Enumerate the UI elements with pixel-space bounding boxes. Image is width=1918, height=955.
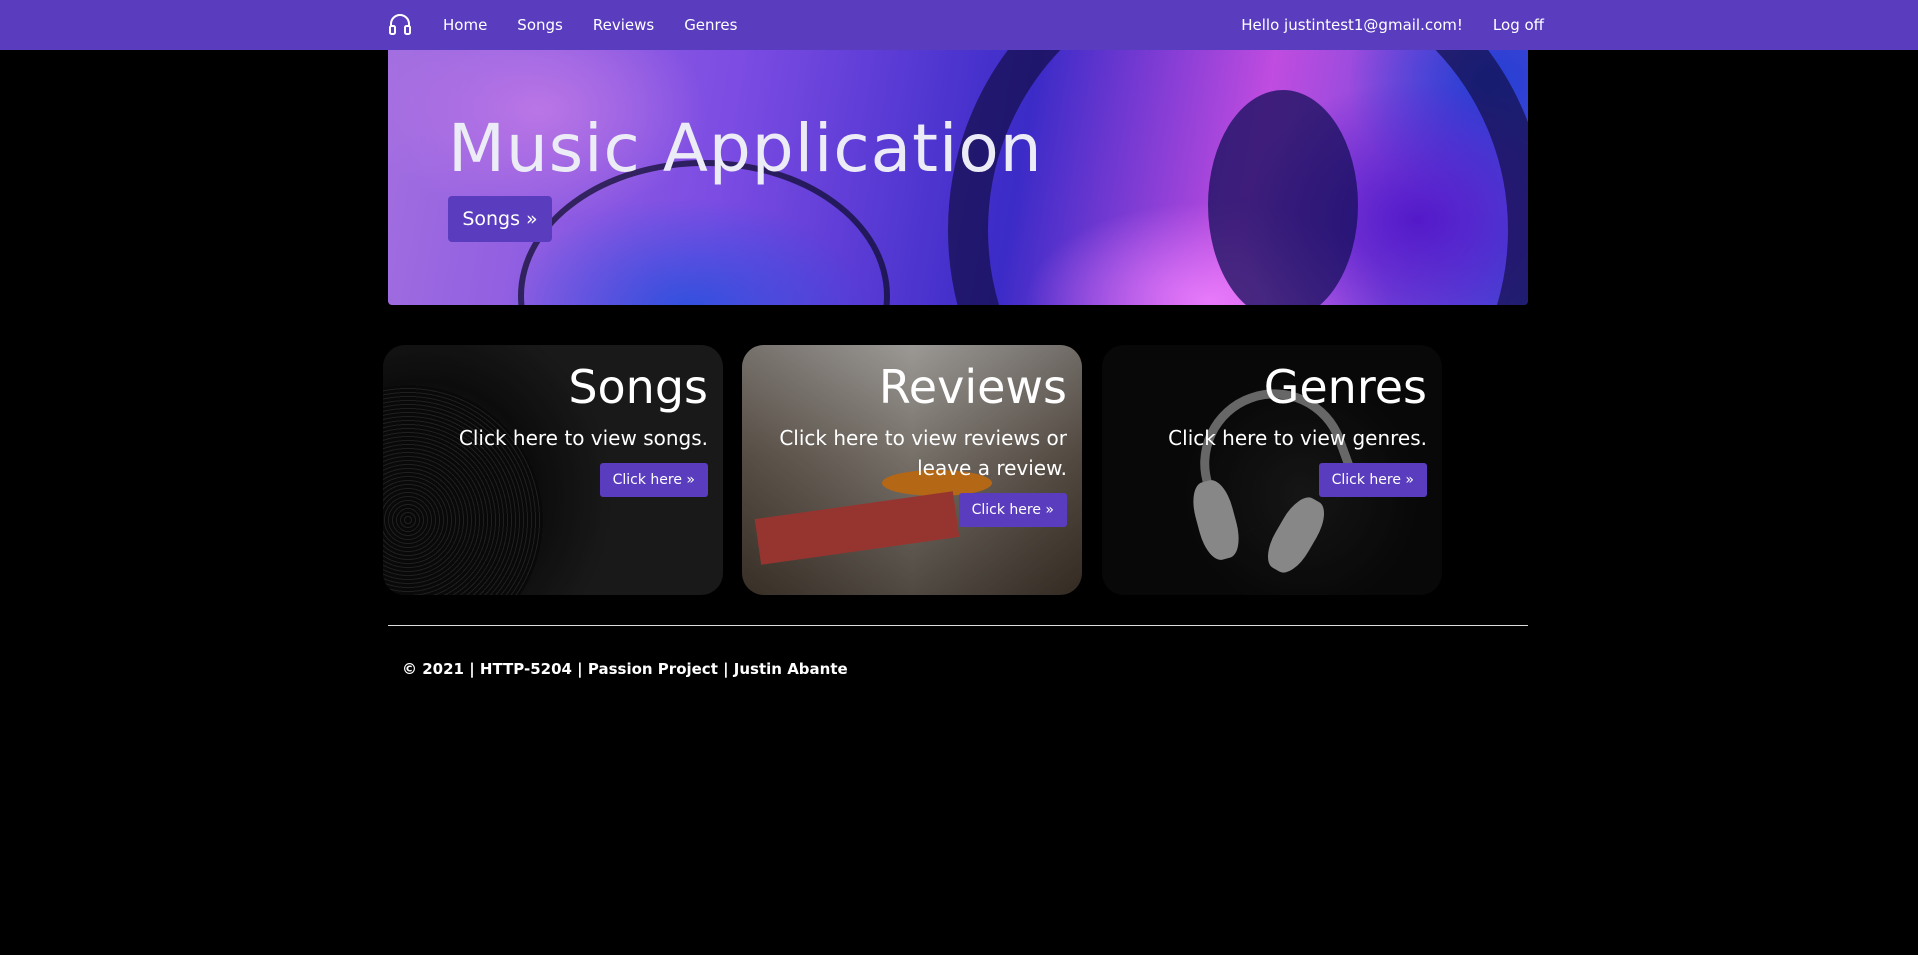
reviews-card-button[interactable]: Click here »	[958, 493, 1067, 527]
footer-divider	[388, 625, 1528, 626]
card-text: Click here to view reviews or leave a re…	[779, 426, 1067, 480]
reviews-card[interactable]: Reviews Click here to view reviews or le…	[742, 345, 1082, 595]
nav-songs[interactable]: Songs	[517, 16, 563, 34]
genres-card[interactable]: Genres Click here to view genres. Click …	[1102, 345, 1442, 595]
nav-home[interactable]: Home	[443, 16, 487, 34]
logoff-link[interactable]: Log off	[1493, 16, 1544, 34]
hero-title: Music Application	[448, 110, 1043, 187]
nav-genres[interactable]: Genres	[684, 16, 737, 34]
hero-headphone-cup	[1208, 90, 1358, 305]
nav-user-area: Hello justintest1@gmail.com! Log off	[1241, 0, 1544, 50]
headphones-icon[interactable]	[388, 12, 412, 36]
songs-card-button[interactable]: Click here »	[599, 463, 708, 497]
songs-card[interactable]: Songs Click here to view songs. Click he…	[383, 345, 723, 595]
user-greeting-link[interactable]: Hello justintest1@gmail.com!	[1241, 16, 1463, 34]
card-title: Songs	[568, 360, 708, 414]
nav-links: Home Songs Reviews Genres	[443, 0, 737, 50]
hero-banner: Music Application Songs »	[388, 50, 1528, 305]
nav-reviews[interactable]: Reviews	[593, 16, 654, 34]
card-title: Reviews	[878, 360, 1067, 414]
card-text: Click here to view songs.	[458, 426, 708, 450]
genres-card-button[interactable]: Click here »	[1318, 463, 1427, 497]
card-text: Click here to view genres.	[1168, 426, 1427, 450]
hero-songs-button[interactable]: Songs »	[448, 196, 552, 242]
top-navbar: Home Songs Reviews Genres Hello justinte…	[0, 0, 1918, 50]
footer-text: © 2021 | HTTP-5204 | Passion Project | J…	[402, 660, 848, 678]
card-title: Genres	[1263, 360, 1427, 414]
